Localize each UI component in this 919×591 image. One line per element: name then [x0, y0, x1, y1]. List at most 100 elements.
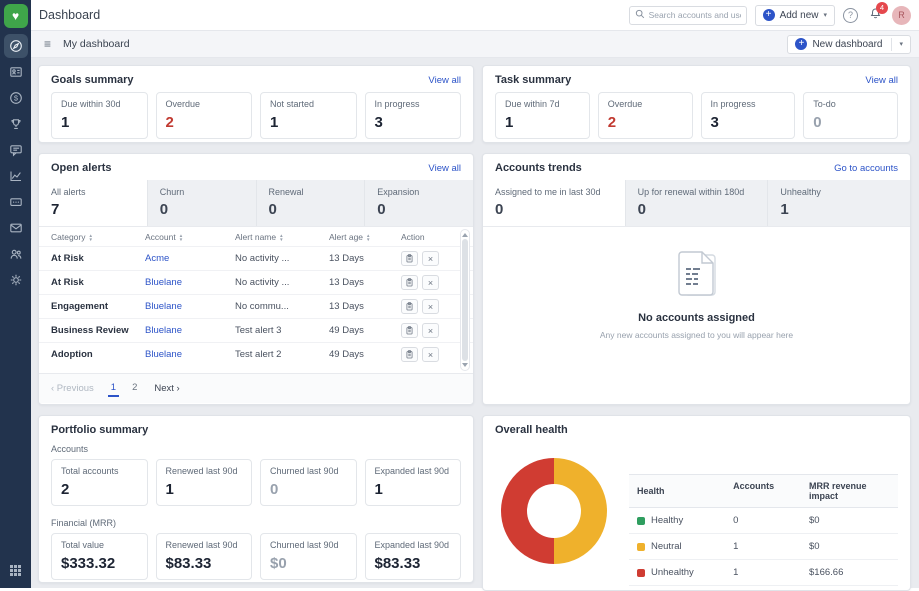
stat-label: Not started	[270, 99, 347, 109]
tab-unhealthy[interactable]: Unhealthy 1	[768, 180, 910, 226]
sort-icon: ▲▼	[366, 234, 370, 241]
tab-all-alerts[interactable]: All alerts 7	[39, 180, 148, 226]
alert-age: 13 Days	[329, 253, 401, 264]
view-all-link[interactable]: View all	[865, 75, 898, 86]
empty-state-subtitle: Any new accounts assigned to you will ap…	[600, 330, 793, 340]
dismiss-action-button[interactable]: ×	[422, 323, 439, 338]
totango-logo-icon[interactable]: ♥	[4, 4, 28, 28]
notifications-button[interactable]: 4	[866, 6, 884, 24]
column-header-account[interactable]: Account▲▼	[145, 232, 235, 242]
health-label: Neutral	[651, 541, 682, 552]
divider	[891, 38, 892, 51]
new-dashboard-button[interactable]: + New dashboard ▾	[787, 35, 911, 54]
account-link[interactable]: Bluelane	[145, 277, 235, 288]
dashboard-grid: Goals summary View all Due within 30d 1 …	[31, 58, 919, 588]
scrollbar-thumb[interactable]	[462, 239, 468, 361]
new-dashboard-label: New dashboard	[812, 39, 882, 50]
column-header-alert-name[interactable]: Alert name▲▼	[235, 232, 329, 242]
dismiss-action-button[interactable]: ×	[422, 299, 439, 314]
sidebar-item-reports[interactable]	[4, 164, 28, 188]
stat-label: To-do	[813, 99, 888, 109]
stat-box: Renewed last 90d 1	[156, 459, 253, 506]
next-page-button[interactable]: Next ›	[154, 383, 179, 394]
card-title: Portfolio summary	[51, 424, 148, 436]
column-header-category[interactable]: Category▲▼	[51, 232, 145, 242]
chevron-down-icon[interactable]: ▾	[899, 40, 903, 48]
dismiss-action-button[interactable]: ×	[422, 347, 439, 362]
plus-icon: +	[763, 9, 775, 21]
health-table: Health Accounts MRR revenue impact Healt…	[629, 474, 898, 586]
scroll-down-icon[interactable]	[462, 363, 468, 367]
tab-label: Churn	[160, 187, 244, 197]
sort-icon: ▲▼	[279, 234, 283, 241]
notification-badge: 4	[876, 2, 888, 14]
sort-icon: ▲▼	[89, 234, 93, 241]
tab-assigned-to-me[interactable]: Assigned to me in last 30d 0	[483, 180, 626, 226]
view-all-link[interactable]: View all	[428, 75, 461, 86]
table-row: Engagement Bluelane No commu... 13 Days …	[39, 294, 473, 318]
sidebar-item-apps[interactable]	[4, 558, 28, 582]
tab-label: Assigned to me in last 30d	[495, 187, 613, 197]
task-summary-card: Task summary View all Due within 7d 1 Ov…	[482, 65, 911, 143]
tab-expansion[interactable]: Expansion 0	[365, 180, 473, 226]
page-1-button[interactable]: 1	[108, 380, 119, 397]
account-link[interactable]: Bluelane	[145, 349, 235, 360]
go-to-accounts-link[interactable]: Go to accounts	[834, 163, 898, 174]
view-all-link[interactable]: View all	[428, 163, 461, 174]
sidebar-item-conversations[interactable]	[4, 138, 28, 162]
dismiss-action-button[interactable]: ×	[422, 275, 439, 290]
alert-name: No commu...	[235, 301, 329, 312]
stat-value: 3	[711, 114, 786, 131]
account-link[interactable]: Acme	[145, 253, 235, 264]
assign-action-button[interactable]	[401, 275, 418, 290]
portfolio-summary-card: Portfolio summary Accounts Total account…	[38, 415, 474, 583]
previous-page-button[interactable]: ‹ Previous	[51, 383, 94, 394]
assign-action-button[interactable]	[401, 323, 418, 338]
user-avatar[interactable]: R	[892, 6, 911, 25]
stat-label: Total accounts	[61, 466, 138, 476]
tab-up-for-renewal[interactable]: Up for renewal within 180d 0	[626, 180, 769, 226]
plus-icon: +	[795, 38, 807, 50]
sidebar-item-email[interactable]	[4, 216, 28, 240]
accounts-count: 0	[733, 515, 809, 526]
alert-name: Test alert 3	[235, 325, 329, 336]
page-2-button[interactable]: 2	[129, 380, 140, 397]
account-link[interactable]: Bluelane	[145, 325, 235, 336]
sidebar-item-dashboard[interactable]	[4, 34, 28, 58]
stat-value: 1	[270, 114, 347, 131]
apps-grid-icon	[9, 564, 22, 577]
help-button[interactable]: ?	[843, 8, 858, 23]
stat-value: $333.32	[61, 555, 138, 572]
assign-action-button[interactable]	[401, 251, 418, 266]
chevron-down-icon: ▾	[823, 11, 827, 19]
sidebar-item-success-plays[interactable]	[4, 112, 28, 136]
stat-box: Churned last 90d $0	[260, 533, 357, 580]
column-header-alert-age[interactable]: Alert age▲▼	[329, 232, 401, 242]
dismiss-action-button[interactable]: ×	[422, 251, 439, 266]
sidebar-item-accounts[interactable]	[4, 60, 28, 84]
sidebar-item-team[interactable]	[4, 242, 28, 266]
accounts-count: 1	[733, 567, 809, 578]
search-input[interactable]	[649, 10, 741, 20]
tab-renewal[interactable]: Renewal 0	[257, 180, 366, 226]
add-new-button[interactable]: + Add new ▾	[755, 5, 835, 26]
scroll-up-icon[interactable]	[462, 233, 468, 237]
campaign-box-icon	[9, 195, 23, 209]
dashboard-name: My dashboard	[63, 38, 130, 50]
hamburger-menu-icon[interactable]: ≡	[44, 37, 51, 51]
stat-value: $83.33	[166, 555, 243, 572]
assign-action-button[interactable]	[401, 347, 418, 362]
empty-state-title: No accounts assigned	[638, 312, 755, 324]
tab-label: All alerts	[51, 187, 135, 197]
sidebar-item-settings[interactable]	[4, 268, 28, 292]
tab-churn[interactable]: Churn 0	[148, 180, 257, 226]
stat-box: Renewed last 90d $83.33	[156, 533, 253, 580]
account-link[interactable]: Bluelane	[145, 301, 235, 312]
sidebar-item-revenue[interactable]: $	[4, 86, 28, 110]
sidebar-item-campaigns[interactable]	[4, 190, 28, 214]
table-scrollbar[interactable]	[460, 229, 470, 371]
assign-action-button[interactable]	[401, 299, 418, 314]
global-search[interactable]	[629, 6, 747, 25]
stat-value: 1	[61, 114, 138, 131]
table-row: At Risk Acme No activity ... 13 Days ×	[39, 246, 473, 270]
